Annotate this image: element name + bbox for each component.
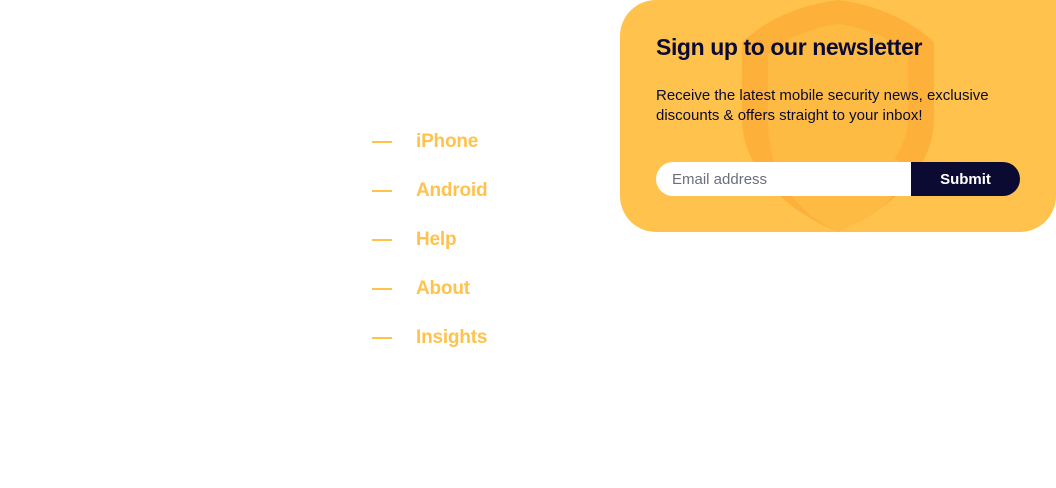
- nav-item-iphone[interactable]: iPhone: [372, 127, 487, 157]
- dash-icon: [372, 288, 392, 290]
- nav-item-insights[interactable]: Insights: [372, 323, 487, 353]
- dash-icon: [372, 190, 392, 192]
- nav-item-help[interactable]: Help: [372, 225, 487, 255]
- nav-item-label: Android: [416, 180, 488, 201]
- dash-icon: [372, 141, 392, 143]
- newsletter-card: Sign up to our newsletter Receive the la…: [620, 0, 1056, 232]
- nav-item-label: Help: [416, 229, 457, 250]
- dash-icon: [372, 337, 392, 339]
- newsletter-description: Receive the latest mobile security news,…: [656, 87, 989, 124]
- footer-nav: iPhone Android Help About Insights: [372, 127, 488, 372]
- dash-icon: [372, 239, 392, 241]
- nav-item-label: About: [416, 278, 470, 299]
- submit-button[interactable]: Submit: [911, 162, 1020, 196]
- newsletter-form: Submit: [656, 162, 1020, 196]
- nav-item-label: iPhone: [416, 131, 479, 152]
- nav-item-about[interactable]: About: [372, 274, 487, 304]
- nav-item-android[interactable]: Android: [372, 176, 488, 206]
- email-field[interactable]: [656, 162, 911, 196]
- page: iPhone Android Help About Insights Sign …: [0, 0, 1056, 488]
- newsletter-title: Sign up to our newsletter: [656, 34, 923, 60]
- nav-item-label: Insights: [416, 327, 488, 348]
